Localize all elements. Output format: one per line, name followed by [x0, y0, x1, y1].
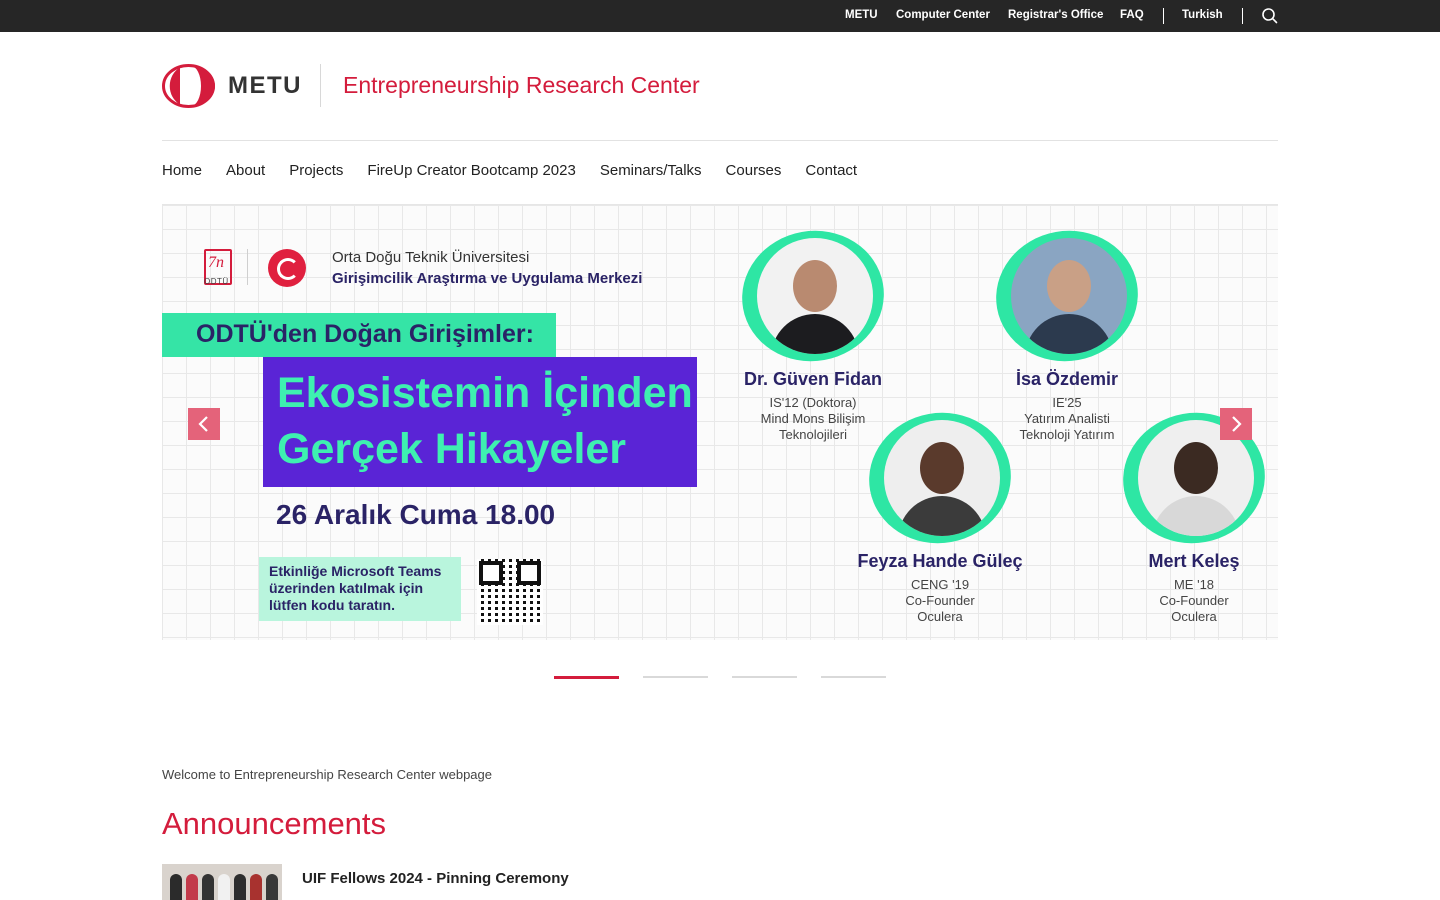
banner-text: ODTÜ'den Doğan Girişimler:: [196, 320, 534, 348]
announcements-heading: Announcements: [162, 806, 387, 841]
top-utility-bar: METU Computer Center Registrar's Office …: [0, 0, 1440, 32]
speaker-photo: [884, 420, 1000, 536]
header-divider: [320, 64, 321, 107]
header-rule: [162, 140, 1278, 141]
nav-item-projects[interactable]: Projects: [289, 162, 343, 182]
site-title[interactable]: Entrepreneurship Research Center: [343, 72, 700, 99]
language-switch[interactable]: Turkish: [1182, 9, 1223, 21]
slider-dot[interactable]: [554, 676, 619, 679]
speaker-name: Feyza Hande Güleç: [857, 551, 1023, 571]
hero-slider[interactable]: 7n ODTÜ Orta Doğu Teknik Üniversitesi Gi…: [162, 204, 1278, 640]
center-logo-icon: [268, 249, 306, 287]
speaker-details: ME '18 Co-Founder Oculera: [1159, 577, 1229, 624]
slider-dot[interactable]: [732, 676, 797, 678]
speaker-details: IS'12 (Doktora) Mind Mons Bilişim Teknol…: [760, 395, 866, 442]
topbar-link-metu[interactable]: METU: [845, 9, 878, 21]
metu-logo-icon[interactable]: [162, 64, 215, 108]
chevron-left-icon: [198, 416, 208, 432]
slider-prev-button[interactable]: [188, 408, 220, 440]
main-nav: Home About Projects FireUp Creator Bootc…: [162, 162, 857, 182]
headline-line-2: Gerçek Hikayeler: [277, 425, 627, 473]
university-name: Orta Doğu Teknik Üniversitesi: [332, 249, 530, 266]
search-icon[interactable]: [1261, 7, 1279, 25]
speaker-photo: [757, 238, 873, 354]
slider-next-button[interactable]: [1220, 408, 1252, 440]
speaker-name: Dr. Güven Fidan: [743, 369, 883, 389]
announcement-thumbnail[interactable]: [162, 864, 282, 900]
speaker-photo: [1011, 238, 1127, 354]
teams-note: Etkinliğe Microsoft Teams üzerinden katı…: [269, 563, 442, 613]
nav-item-contact[interactable]: Contact: [805, 162, 857, 182]
nav-item-about[interactable]: About: [226, 162, 265, 182]
chevron-right-icon: [1232, 416, 1242, 432]
topbar-divider: [1163, 8, 1164, 24]
topbar-divider: [1242, 8, 1243, 24]
announcement-title-link[interactable]: UIF Fellows 2024 - Pinning Ceremony: [302, 870, 569, 887]
badge-divider: [247, 249, 248, 285]
nav-item-home[interactable]: Home: [162, 162, 202, 182]
speaker-name: İsa Özdemir: [1015, 369, 1119, 389]
event-date: 26 Aralık Cuma 18.00: [276, 499, 556, 530]
topbar-link-faq[interactable]: FAQ: [1120, 9, 1144, 21]
odtu-logo-caption: ODTÜ: [204, 277, 229, 286]
qr-code: [477, 559, 543, 625]
speaker-details: IE'25 Yatırım Analisti Teknoloji Yatırım: [1019, 395, 1115, 442]
slider-dot[interactable]: [821, 676, 886, 678]
nav-item-fireup-bootcamp[interactable]: FireUp Creator Bootcamp 2023: [367, 162, 575, 182]
logo-wordmark[interactable]: METU: [228, 72, 302, 100]
headline-line-1: Ekosistemin İçinden: [277, 369, 693, 417]
topbar-link-registrars-office[interactable]: Registrar's Office: [1008, 9, 1103, 21]
welcome-text: Welcome to Entrepreneurship Research Cen…: [162, 767, 492, 782]
slider-dot[interactable]: [643, 676, 708, 678]
topbar-link-computer-center[interactable]: Computer Center: [896, 9, 990, 21]
speaker-name: Mert Keleş: [1148, 551, 1240, 571]
speaker-details: CENG '19 Co-Founder Oculera: [905, 577, 975, 624]
nav-item-seminars-talks[interactable]: Seminars/Talks: [600, 162, 702, 182]
center-name: Girişimcilik Araştırma ve Uygulama Merke…: [332, 270, 643, 287]
nav-item-courses[interactable]: Courses: [726, 162, 782, 182]
